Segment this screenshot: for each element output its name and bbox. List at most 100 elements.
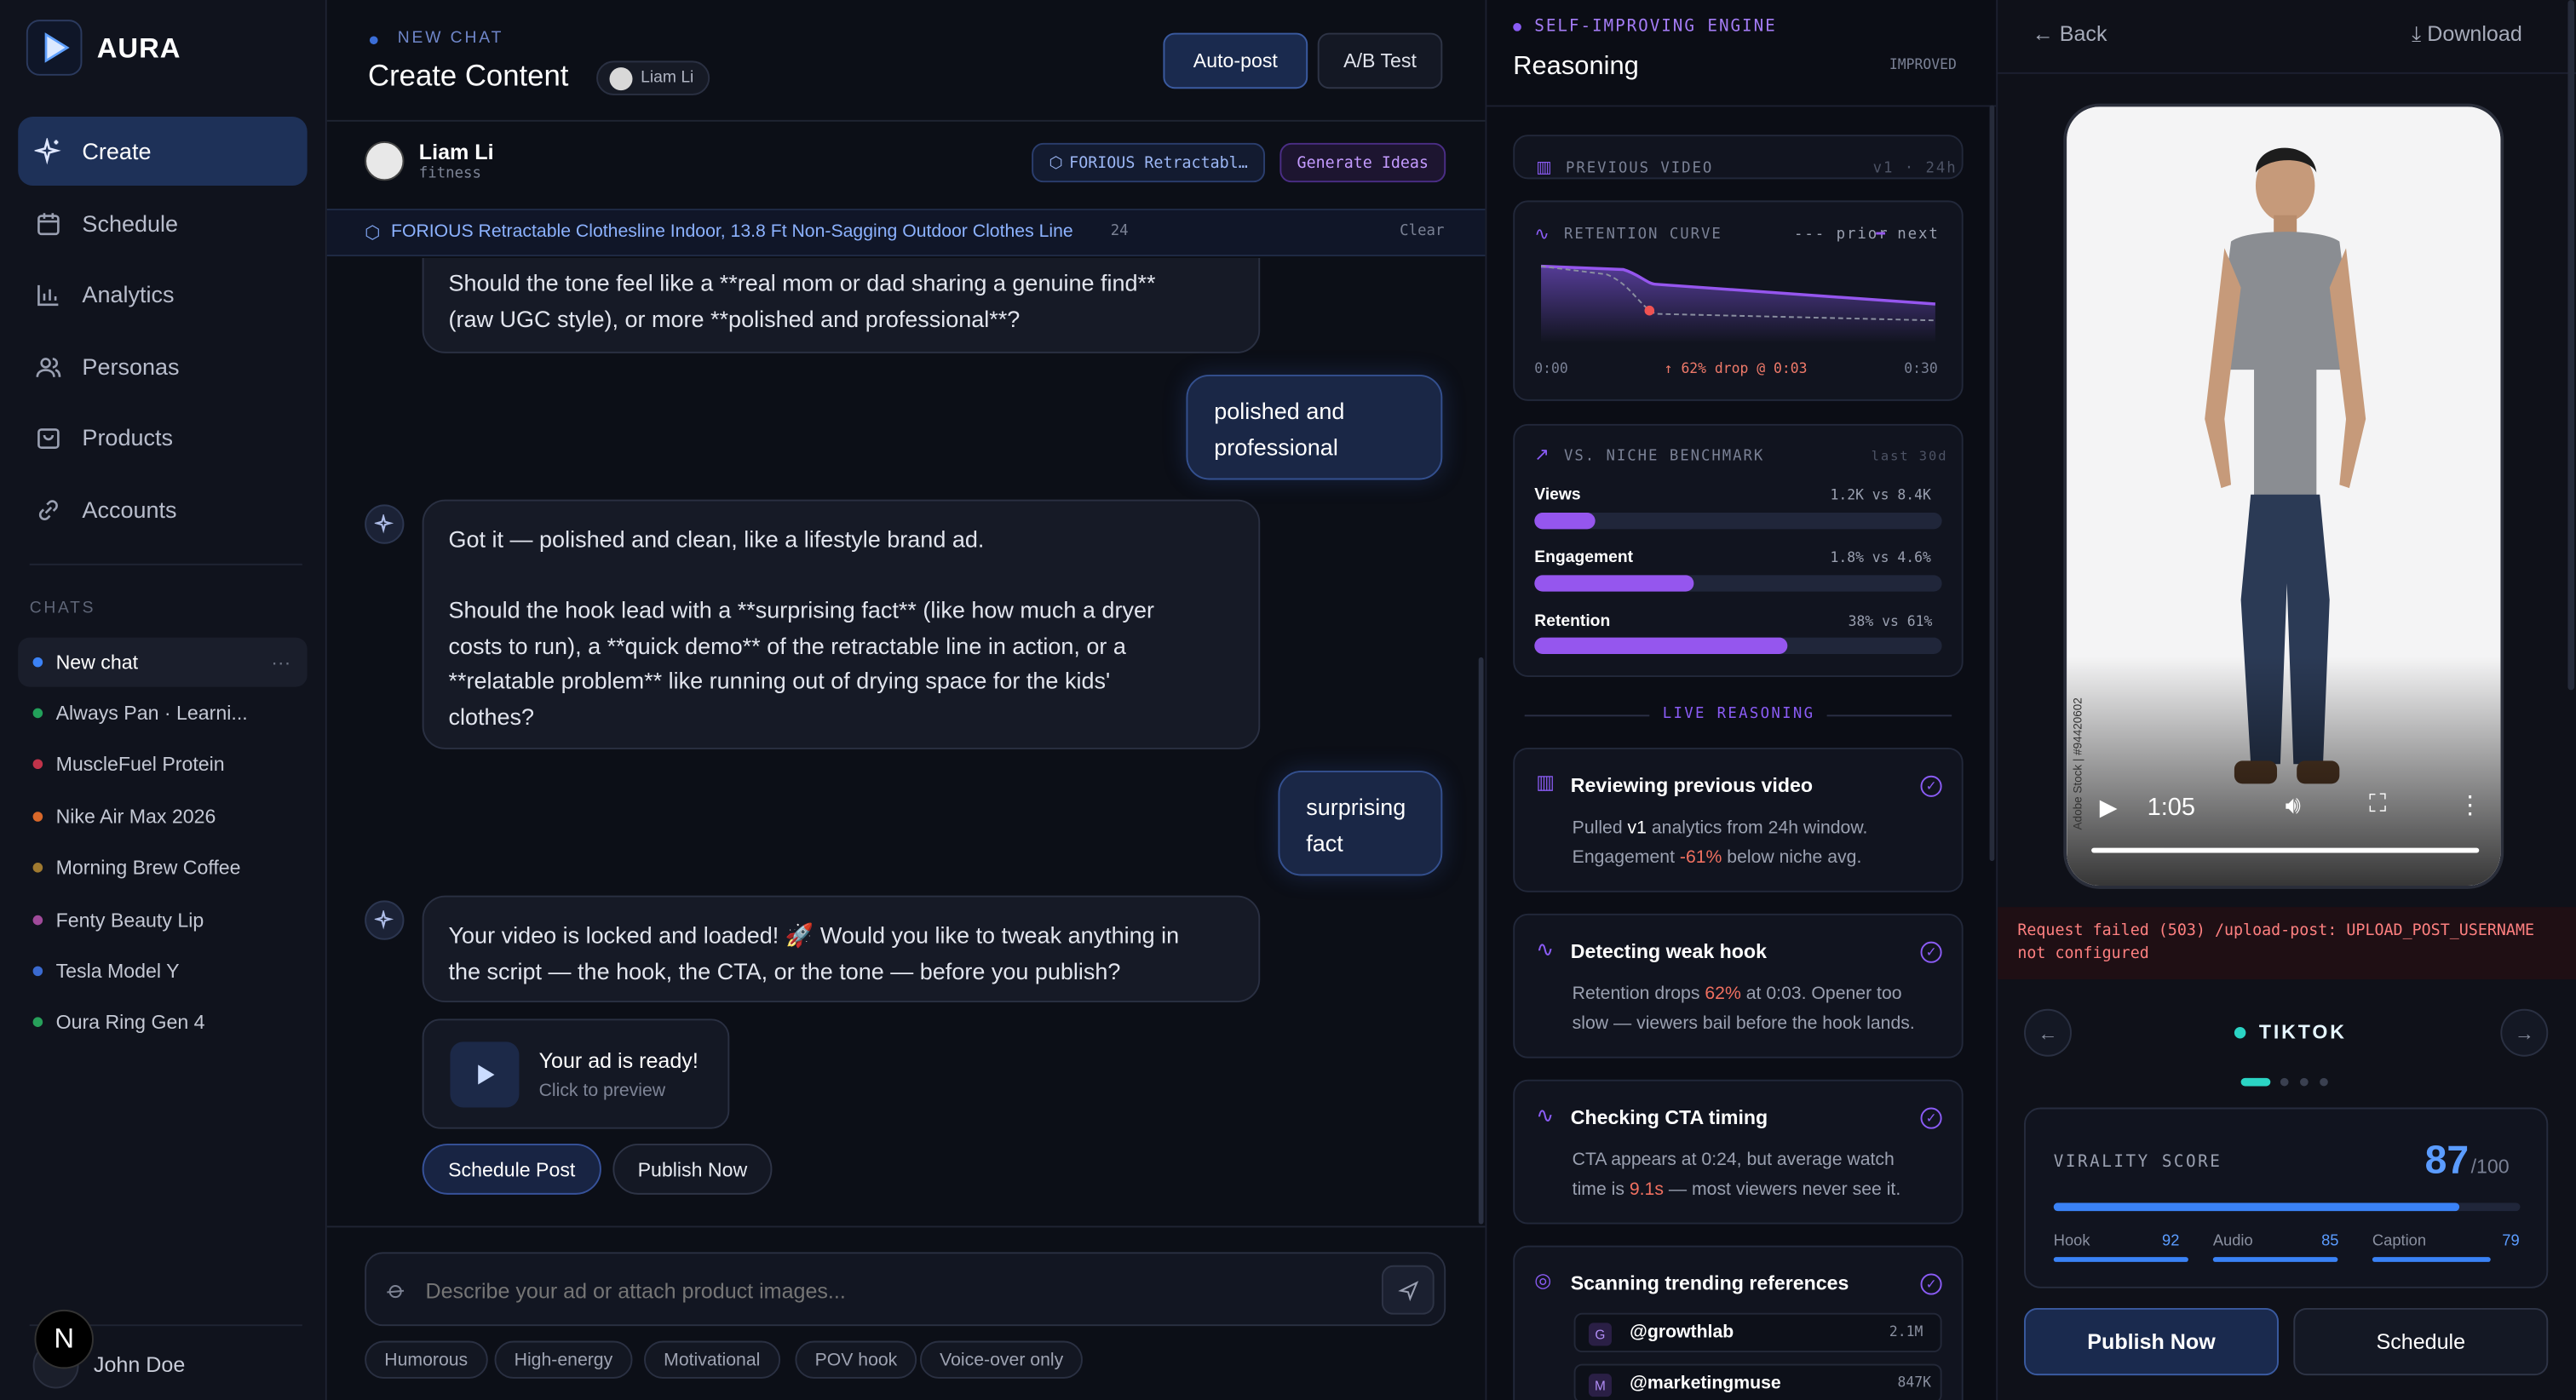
card-meta: last 30d [1871, 448, 1948, 464]
chat-label: Nike Air Max 2026 [55, 805, 216, 829]
carousel-dot[interactable] [2300, 1077, 2309, 1087]
status-dot [369, 36, 378, 45]
product-name: FORIOUS Retractable Clothesline Indoor, … [391, 221, 1073, 242]
product-count: 24 [1110, 223, 1129, 240]
nav-personas[interactable]: Personas [18, 332, 307, 401]
product-pill[interactable]: ⬡ FORIOUS Retractabl… [1032, 142, 1266, 183]
sparkle-icon [34, 137, 61, 164]
scrollbar[interactable] [1989, 105, 1995, 862]
watermark: Adobe Stock | #94420602 [2073, 697, 2085, 830]
status-badge: IMPROVED [1889, 57, 1957, 74]
sub-score-bar [2372, 1257, 2491, 1262]
chat-item[interactable]: Always Pan · Learni... [18, 689, 307, 738]
previous-video-card[interactable]: ▥ PREVIOUS VIDEO v1 · 24h [1513, 135, 1964, 180]
legend-label: next [1897, 227, 1940, 244]
send-button[interactable] [1381, 1265, 1435, 1315]
more-icon[interactable]: ··· [271, 651, 290, 674]
chat-item[interactable]: Morning Brew Coffee [18, 843, 307, 892]
reference-avatar: G [1588, 1323, 1612, 1346]
chat-item[interactable]: New chat ··· [18, 637, 308, 687]
assistant-icon [365, 504, 405, 544]
error-message: Request failed (503) /upload-post: UPLOA… [2017, 921, 2535, 963]
assistant-message: Got it — polished and clean, like a life… [422, 499, 1261, 749]
reasoning-title: Reasoning [1513, 52, 1639, 81]
nav-accounts[interactable]: Accounts [18, 475, 307, 544]
user-message: polished and professional [1186, 374, 1443, 480]
carousel-dot[interactable] [2280, 1077, 2289, 1087]
chat-item[interactable]: MuscleFuel Protein [18, 739, 307, 789]
score-label: VIRALITY SCORE [2053, 1153, 2222, 1172]
message-list: Should the tone feel like a **real mom o… [327, 257, 1486, 1227]
scrollbar[interactable] [1478, 657, 1484, 1225]
carousel-dot-active[interactable] [2240, 1077, 2271, 1087]
reference-avatar: M [1588, 1374, 1612, 1397]
sub-score-bar [2053, 1257, 2188, 1262]
chat-dot [32, 915, 43, 926]
nav-schedule[interactable]: Schedule [18, 189, 307, 258]
bar-chart-icon: ▥ [1536, 159, 1552, 178]
video-preview[interactable]: Adobe Stock | #94420602 ▶ 1:05 🔊︎ ⛶ ⋮ [2063, 103, 2504, 889]
scrollbar[interactable] [2567, 0, 2575, 691]
status-dot [2234, 1027, 2246, 1039]
assistant-icon [365, 900, 405, 940]
step-description: CTA appears at 0:24, but average watch ti… [1572, 1150, 1901, 1200]
tone-chip[interactable]: Humorous [365, 1340, 488, 1379]
divider [1826, 714, 1952, 717]
tone-chip[interactable]: Motivational [644, 1340, 780, 1379]
composer[interactable]: ⌀ [365, 1252, 1446, 1327]
ab-test-button[interactable]: A/B Test [1317, 32, 1443, 89]
chat-label: Tesla Model Y [55, 959, 180, 983]
reasoning-step[interactable]: ◎ Scanning trending references ✓ G @grow… [1513, 1245, 1964, 1400]
video-ready-card[interactable]: Your ad is ready! Click to preview [422, 1018, 730, 1129]
metric-fill [1534, 513, 1596, 530]
back-button[interactable]: ← Back [2033, 21, 2107, 46]
download-button[interactable]: ⤓ Download [2412, 21, 2522, 48]
generate-ideas-button[interactable]: Generate Ideas [1279, 142, 1446, 183]
metric-name: Views [1534, 486, 1581, 505]
paperclip-icon[interactable]: ⌀ [382, 1274, 412, 1305]
reference-row[interactable]: M @marketingmuse 847K [1573, 1363, 1942, 1400]
user-name[interactable]: John Doe [94, 1352, 185, 1377]
tone-chip[interactable]: High-energy [494, 1340, 633, 1379]
play-icon[interactable]: ▶ [2100, 794, 2118, 822]
metric-name: Engagement [1534, 548, 1634, 567]
volume-icon[interactable]: 🔊︎ [2286, 792, 2301, 820]
reasoning-step[interactable]: ∿ Detecting weak hook ✓ Retention drops … [1513, 913, 1964, 1059]
reference-row[interactable]: G @growthlab 2.1M [1573, 1312, 1942, 1353]
reasoning-step[interactable]: ∿ Checking CTA timing ✓ CTA appears at 0… [1513, 1079, 1964, 1225]
chat-item[interactable]: Oura Ring Gen 4 [18, 997, 307, 1047]
auto-post-button[interactable]: Auto-post [1163, 32, 1308, 89]
play-icon[interactable] [450, 1041, 520, 1108]
clear-button[interactable]: Clear [1400, 223, 1444, 239]
nav-products[interactable]: Products [18, 403, 307, 472]
next-platform-button[interactable]: → [2500, 1008, 2549, 1057]
divider [326, 119, 1486, 122]
tone-chip[interactable]: POV hook [795, 1340, 917, 1379]
chat-item[interactable]: Nike Air Max 2026 [18, 792, 307, 841]
prompt-input[interactable] [425, 1268, 1362, 1311]
schedule-button[interactable]: Schedule [2293, 1307, 2549, 1376]
persona-pill[interactable]: Liam Li [596, 60, 710, 95]
chat-item[interactable]: Fenty Beauty Lip [18, 896, 307, 945]
schedule-post-button[interactable]: Schedule Post [422, 1144, 601, 1195]
more-vertical-icon[interactable]: ⋮ [2458, 790, 2482, 820]
reasoning-step[interactable]: ▥ Reviewing previous video ✓ Pulled v1 a… [1513, 747, 1964, 892]
nav-create[interactable]: Create [18, 117, 308, 186]
avatar[interactable] [365, 141, 405, 181]
fullscreen-icon[interactable]: ⛶ [2369, 790, 2386, 818]
step-title: Scanning trending references [1570, 1271, 1849, 1295]
publish-now-button[interactable]: Publish Now [612, 1144, 773, 1195]
video-progress[interactable] [2091, 847, 2480, 853]
back-label: Back [2059, 21, 2107, 47]
chat-item[interactable]: Tesla Model Y [18, 946, 307, 995]
carousel-dot[interactable] [2320, 1077, 2328, 1087]
nav-analytics[interactable]: Analytics [18, 260, 307, 329]
metric-value: 38% vs 61% [1848, 614, 1933, 631]
logo[interactable] [26, 20, 83, 76]
prev-platform-button[interactable]: ← [2024, 1008, 2072, 1057]
publish-now-button[interactable]: Publish Now [2024, 1307, 2279, 1376]
divider [29, 563, 302, 565]
tone-chip[interactable]: Voice-over only [920, 1340, 1084, 1379]
user-badge[interactable]: N [34, 1309, 94, 1369]
check-icon: ✓ [1920, 1273, 1942, 1295]
